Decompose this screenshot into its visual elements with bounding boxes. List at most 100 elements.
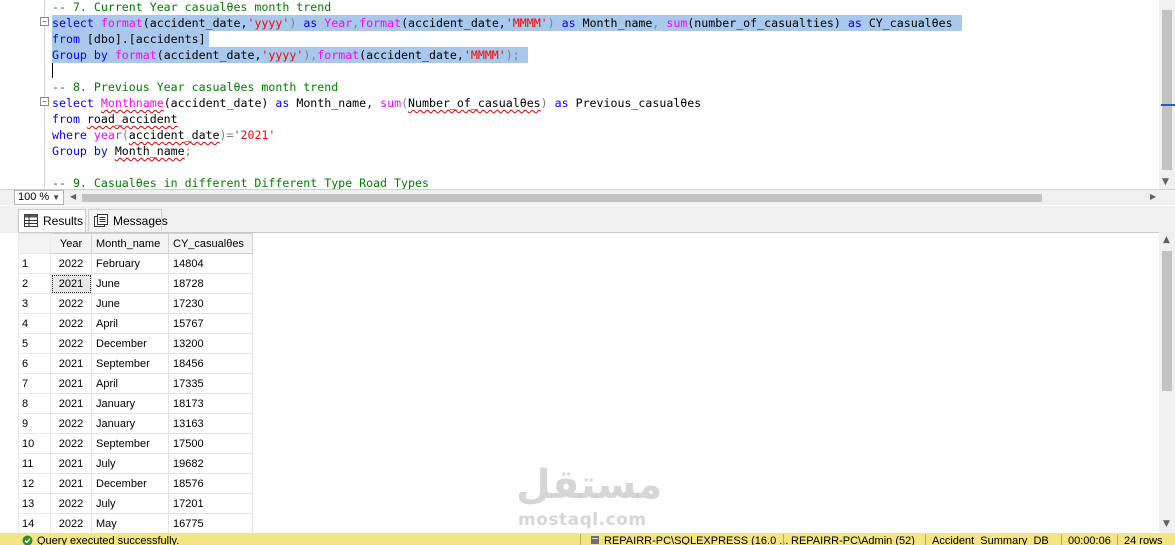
cell-year[interactable]: 2021 (50, 473, 92, 494)
results-tabs-bar: Results Messages (0, 206, 1175, 233)
row-number-header[interactable] (18, 233, 51, 254)
cell-cy-casualties[interactable]: 14804 (168, 253, 253, 274)
row-number[interactable]: 4 (18, 313, 51, 334)
cell-month-name[interactable]: January (91, 393, 169, 414)
cell-cy-casualties[interactable]: 17500 (168, 433, 253, 454)
row-number[interactable]: 13 (18, 493, 51, 514)
cell-year[interactable]: 2022 (50, 493, 92, 514)
row-number[interactable]: 10 (18, 433, 51, 454)
cell-cy-casualties[interactable]: 17335 (168, 373, 253, 394)
scroll-down-icon[interactable]: ▼ (1163, 519, 1170, 529)
code-token: ), (303, 48, 318, 62)
row-number[interactable]: 3 (18, 293, 51, 314)
row-number[interactable]: 11 (18, 453, 51, 474)
sql-editor[interactable]: − − -- 7. Current Year casualθes month t… (0, 0, 1175, 189)
table-row[interactable]: 1 2022 February 14804 (18, 253, 253, 274)
table-row[interactable]: 5 2022 December 13200 (18, 333, 253, 354)
code-line: from [dbo].[accidents] (52, 31, 209, 47)
results-grid[interactable]: Year Month_name CY_casualθes 1 2022 Februa… (18, 232, 1159, 533)
cell-month-name[interactable]: December (91, 473, 169, 494)
editor-vertical-scrollbar[interactable]: ▼ (1159, 0, 1175, 189)
row-number[interactable]: 1 (18, 253, 51, 274)
tab-results[interactable]: Results (18, 209, 86, 233)
table-row[interactable]: 3 2022 June 17230 (18, 293, 253, 314)
results-table: Year Month_name CY_casualθes 1 2022 Februa… (18, 233, 253, 533)
cell-month-name[interactable]: July (91, 493, 169, 514)
zoom-select[interactable]: 100 % ▼ (14, 190, 64, 205)
cell-month-name[interactable]: April (91, 313, 169, 334)
tab-messages[interactable]: Messages (88, 209, 168, 231)
cell-month-name[interactable]: January (91, 413, 169, 434)
cell-cy-casualties[interactable]: 16775 (168, 513, 253, 533)
row-number[interactable]: 5 (18, 333, 51, 354)
cell-year[interactable]: 2022 (50, 433, 92, 454)
scroll-right-icon[interactable]: ▶ (1150, 192, 1156, 201)
table-row[interactable]: 9 2022 January 13163 (18, 413, 253, 434)
table-row[interactable]: 14 2022 May 16775 (18, 513, 253, 533)
cell-month-name[interactable]: September (91, 353, 169, 374)
zoom-value: 100 % (18, 191, 50, 203)
table-row[interactable]: 8 2021 January 18173 (18, 393, 253, 414)
grid-vertical-scrollbar[interactable]: ▲ ▼ (1159, 233, 1175, 533)
cell-cy-casualties[interactable]: 13163 (168, 413, 253, 434)
cell-cy-casualties[interactable]: 18173 (168, 393, 253, 414)
scroll-down-icon[interactable]: ▼ (1162, 177, 1169, 187)
table-row[interactable]: 13 2022 July 17201 (18, 493, 253, 514)
row-number[interactable]: 12 (18, 473, 51, 494)
cell-cy-casualties[interactable]: 18576 (168, 473, 253, 494)
collapse-icon[interactable]: − (40, 97, 49, 106)
cell-year[interactable]: 2021 (50, 353, 92, 374)
editor-scroll-thumb[interactable] (1162, 10, 1172, 170)
cell-year[interactable]: 2022 (50, 333, 92, 354)
cell-month-name[interactable]: February (91, 253, 169, 274)
code-token: as (554, 96, 576, 110)
row-number[interactable]: 7 (18, 373, 51, 394)
cell-month-name[interactable]: July (91, 453, 169, 474)
cell-year[interactable]: 2022 (50, 253, 92, 274)
code-token: '2021' (233, 128, 276, 142)
row-number[interactable]: 9 (18, 413, 51, 434)
cell-month-name[interactable]: May (91, 513, 169, 533)
table-row[interactable]: 10 2022 September 17500 (18, 433, 253, 454)
grid-scroll-thumb[interactable] (1162, 251, 1172, 391)
row-number[interactable]: 2 (18, 273, 51, 294)
collapse-icon[interactable]: − (40, 17, 49, 26)
cell-cy-casualties[interactable]: 19682 (168, 453, 253, 474)
column-header-cy-casualties[interactable]: CY_casualθes (168, 233, 253, 254)
row-number[interactable]: 14 (18, 513, 51, 533)
table-row[interactable]: 2 2021 June 18728 (18, 273, 253, 294)
status-user: REPAIRR-PC\Admin (52) (791, 535, 915, 545)
cell-year[interactable]: 2021 (50, 273, 92, 294)
table-row[interactable]: 7 2021 April 17335 (18, 373, 253, 394)
scroll-up-icon[interactable]: ▲ (1163, 235, 1170, 245)
cell-month-name[interactable]: June (91, 273, 169, 294)
code-token: from (52, 32, 87, 46)
table-row[interactable]: 4 2022 April 15767 (18, 313, 253, 334)
scroll-left-icon[interactable]: ◀ (70, 192, 76, 201)
cell-month-name[interactable]: December (91, 333, 169, 354)
cell-year[interactable]: 2022 (50, 513, 92, 533)
cell-month-name[interactable]: September (91, 433, 169, 454)
cell-cy-casualties[interactable]: 18728 (168, 273, 253, 294)
cell-cy-casualties[interactable]: 17201 (168, 493, 253, 514)
row-number[interactable]: 8 (18, 393, 51, 414)
cell-year[interactable]: 2022 (50, 413, 92, 434)
cell-year[interactable]: 2021 (50, 393, 92, 414)
table-row[interactable]: 12 2021 December 18576 (18, 473, 253, 494)
cell-year[interactable]: 2021 (50, 453, 92, 474)
column-header-year[interactable]: Year (50, 233, 92, 254)
row-number[interactable]: 6 (18, 353, 51, 374)
cell-year[interactable]: 2022 (50, 293, 92, 314)
cell-month-name[interactable]: June (91, 293, 169, 314)
cell-cy-casualties[interactable]: 18456 (168, 353, 253, 374)
cell-year[interactable]: 2022 (50, 313, 92, 334)
editor-horizontal-scroll-thumb[interactable] (82, 194, 1042, 202)
column-header-month-name[interactable]: Month_name (91, 233, 169, 254)
cell-year[interactable]: 2021 (50, 373, 92, 394)
table-row[interactable]: 11 2021 July 19682 (18, 453, 253, 474)
table-row[interactable]: 6 2021 September 18456 (18, 353, 253, 374)
cell-cy-casualties[interactable]: 17230 (168, 293, 253, 314)
cell-month-name[interactable]: April (91, 373, 169, 394)
cell-cy-casualties[interactable]: 15767 (168, 313, 253, 334)
cell-cy-casualties[interactable]: 13200 (168, 333, 253, 354)
